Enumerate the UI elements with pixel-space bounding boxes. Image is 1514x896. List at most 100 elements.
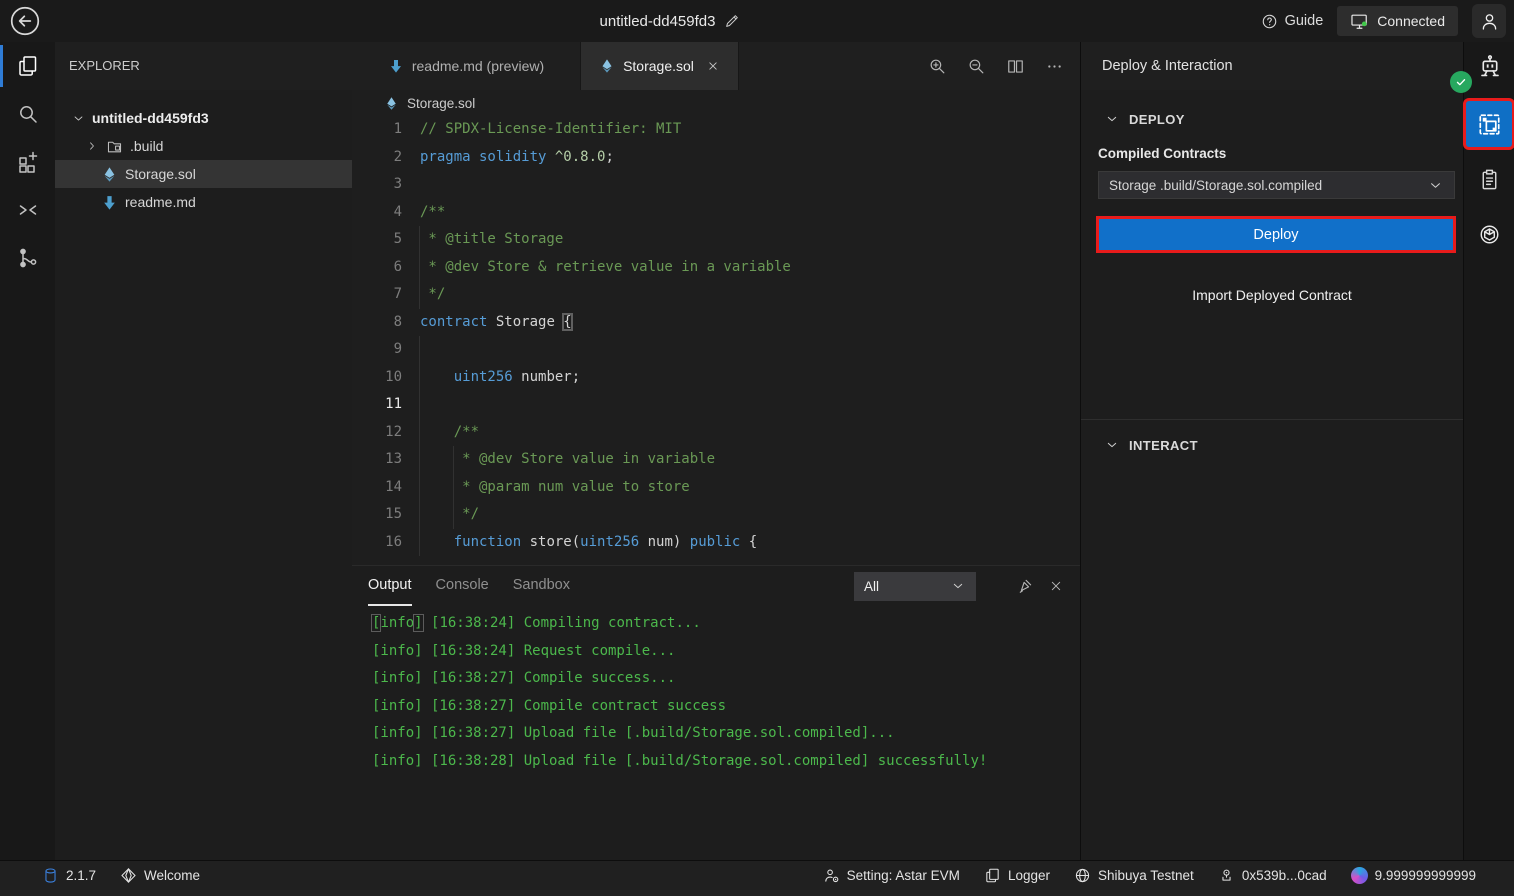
grid-plus-icon <box>16 150 40 174</box>
tab-readme-md-preview-[interactable]: readme.md (preview) <box>352 42 581 90</box>
code-line-5[interactable]: 5 * @title Storage <box>352 226 1080 254</box>
deploy-section-label: DEPLOY <box>1129 112 1185 127</box>
breadcrumb-file: Storage.sol <box>407 96 475 111</box>
line-number: 13 <box>352 446 414 474</box>
activity-collapse-panels[interactable] <box>0 186 55 234</box>
avatar[interactable] <box>1472 4 1506 38</box>
editor-toolbar <box>880 42 1080 90</box>
code-line-2[interactable]: 2pragma solidity ^0.8.0; <box>352 144 1080 172</box>
right-activity-bar <box>1464 42 1514 860</box>
status-network-label: Shibuya Testnet <box>1098 868 1194 883</box>
guide-button[interactable]: Guide <box>1261 13 1324 30</box>
code-line-12[interactable]: 12 /** <box>352 419 1080 447</box>
tree-item-storage-sol[interactable]: Storage.sol <box>55 160 352 188</box>
deploy-button[interactable]: Deploy <box>1099 219 1453 250</box>
tree-root[interactable]: untitled-dd459fd3 <box>55 104 352 132</box>
line-number: 10 <box>352 364 414 392</box>
connected-label: Connected <box>1377 13 1445 29</box>
code-line-10[interactable]: 10 uint256 number; <box>352 364 1080 392</box>
code-text: /** <box>420 199 445 227</box>
task-list-button[interactable] <box>1478 168 1501 191</box>
clear-output-icon[interactable] <box>1016 577 1034 595</box>
activity-search[interactable] <box>0 90 55 138</box>
git-icon <box>16 246 40 270</box>
code-line-1[interactable]: 1// SPDX-License-Identifier: MIT <box>352 116 1080 144</box>
close-panel-icon[interactable] <box>1048 578 1064 594</box>
interact-section-header[interactable]: INTERACT <box>1081 432 1463 458</box>
ide-window: untitled-dd459fd3 Guide Connected EXPLOR… <box>0 0 1514 896</box>
ai-assistant-button[interactable] <box>1477 54 1503 80</box>
zoom-out-icon[interactable] <box>967 57 986 76</box>
project-title: untitled-dd459fd3 <box>600 13 716 30</box>
log-filter-select[interactable]: All <box>854 572 976 601</box>
tree-item--build[interactable]: .build <box>55 132 352 160</box>
split-editor-icon[interactable] <box>1006 57 1025 76</box>
panel-divider <box>1081 419 1463 420</box>
code-text: function store(uint256 num) public { <box>420 529 757 557</box>
output-tab-sandbox[interactable]: Sandbox <box>513 566 570 606</box>
ethereum-icon <box>101 166 118 183</box>
status-logger[interactable]: Logger <box>984 867 1050 884</box>
import-deployed-contract-link[interactable]: Import Deployed Contract <box>1081 287 1463 303</box>
code-line-8[interactable]: 8contract Storage { <box>352 309 1080 337</box>
code-line-7[interactable]: 7 */ <box>352 281 1080 309</box>
code-line-6[interactable]: 6 * @dev Store & retrieve value in a var… <box>352 254 1080 282</box>
connected-button[interactable]: Connected <box>1337 6 1458 36</box>
output-tab-console[interactable]: Console <box>436 566 489 606</box>
code-text: * @title Storage <box>420 226 563 254</box>
breadcrumb[interactable]: Storage.sol <box>352 90 1080 116</box>
markdown-icon <box>388 58 404 74</box>
code-line-9[interactable]: 9 <box>352 336 1080 364</box>
code-editor[interactable]: 1// SPDX-License-Identifier: MIT2pragma … <box>352 116 1080 565</box>
more-actions-icon[interactable] <box>1045 57 1064 76</box>
code-line-11[interactable]: 11 <box>352 391 1080 419</box>
compiled-contract-select[interactable]: Storage .build/Storage.sol.compiled <box>1098 171 1455 199</box>
close-tab-icon[interactable] <box>706 59 720 73</box>
code-line-15[interactable]: 15 */ <box>352 501 1080 529</box>
compiled-contracts-label: Compiled Contracts <box>1081 146 1463 161</box>
deploy-interaction-button[interactable] <box>1466 101 1512 147</box>
code-line-13[interactable]: 13 * @dev Store value in variable <box>352 446 1080 474</box>
zoom-in-icon[interactable] <box>928 57 947 76</box>
activity-source-control[interactable] <box>0 234 55 282</box>
line-number: 14 <box>352 474 414 502</box>
activity-explorer[interactable] <box>0 42 55 90</box>
status-welcome[interactable]: Welcome <box>120 867 200 884</box>
status-balance[interactable]: 9.999999999999 <box>1351 867 1476 884</box>
status-logger-label: Logger <box>1008 868 1050 883</box>
database-icon <box>42 867 59 884</box>
question-icon <box>1261 13 1278 30</box>
line-number: 15 <box>352 501 414 529</box>
output-tab-output[interactable]: Output <box>368 566 412 606</box>
check-icon <box>1454 75 1468 89</box>
status-network[interactable]: Shibuya Testnet <box>1074 867 1194 884</box>
interact-section-label: INTERACT <box>1129 438 1198 453</box>
code-line-14[interactable]: 14 * @param num value to store <box>352 474 1080 502</box>
status-wallet-address[interactable]: 0x539b...0cad <box>1218 867 1327 884</box>
chev-right-icon <box>85 139 99 153</box>
status-version[interactable]: 2.1.7 <box>42 867 96 884</box>
code-line-4[interactable]: 4/** <box>352 199 1080 227</box>
code-line-16[interactable]: 16 function store(uint256 num) public { <box>352 529 1080 557</box>
tab-label: Storage.sol <box>623 58 694 74</box>
line-number: 2 <box>352 144 414 172</box>
status-welcome-label: Welcome <box>144 868 200 883</box>
robot-icon <box>1477 54 1503 80</box>
activity-plugin-manager[interactable] <box>0 138 55 186</box>
edit-title-icon[interactable] <box>724 13 740 29</box>
person-gear-icon <box>823 867 840 884</box>
tab-storage-sol[interactable]: Storage.sol <box>581 42 739 90</box>
explorer-panel: EXPLORER untitled-dd459fd3.buildStorage.… <box>55 42 353 860</box>
tree-item-readme-md[interactable]: readme.md <box>55 188 352 216</box>
folder-icon <box>106 138 123 155</box>
code-text: pragma solidity ^0.8.0; <box>420 144 614 172</box>
chatgpt-button[interactable] <box>1478 223 1501 246</box>
deploy-section-header[interactable]: DEPLOY <box>1081 106 1463 132</box>
log-line: [info] [16:38:28] Upload file [.build/St… <box>372 748 1080 776</box>
status-setting[interactable]: Setting: Astar EVM <box>823 867 960 884</box>
code-line-3[interactable]: 3 <box>352 171 1080 199</box>
line-number: 5 <box>352 226 414 254</box>
log-line: [info] [16:38:24] Request compile... <box>372 638 1080 666</box>
status-wallet-address-label: 0x539b...0cad <box>1242 868 1327 883</box>
globe-icon <box>1074 867 1091 884</box>
